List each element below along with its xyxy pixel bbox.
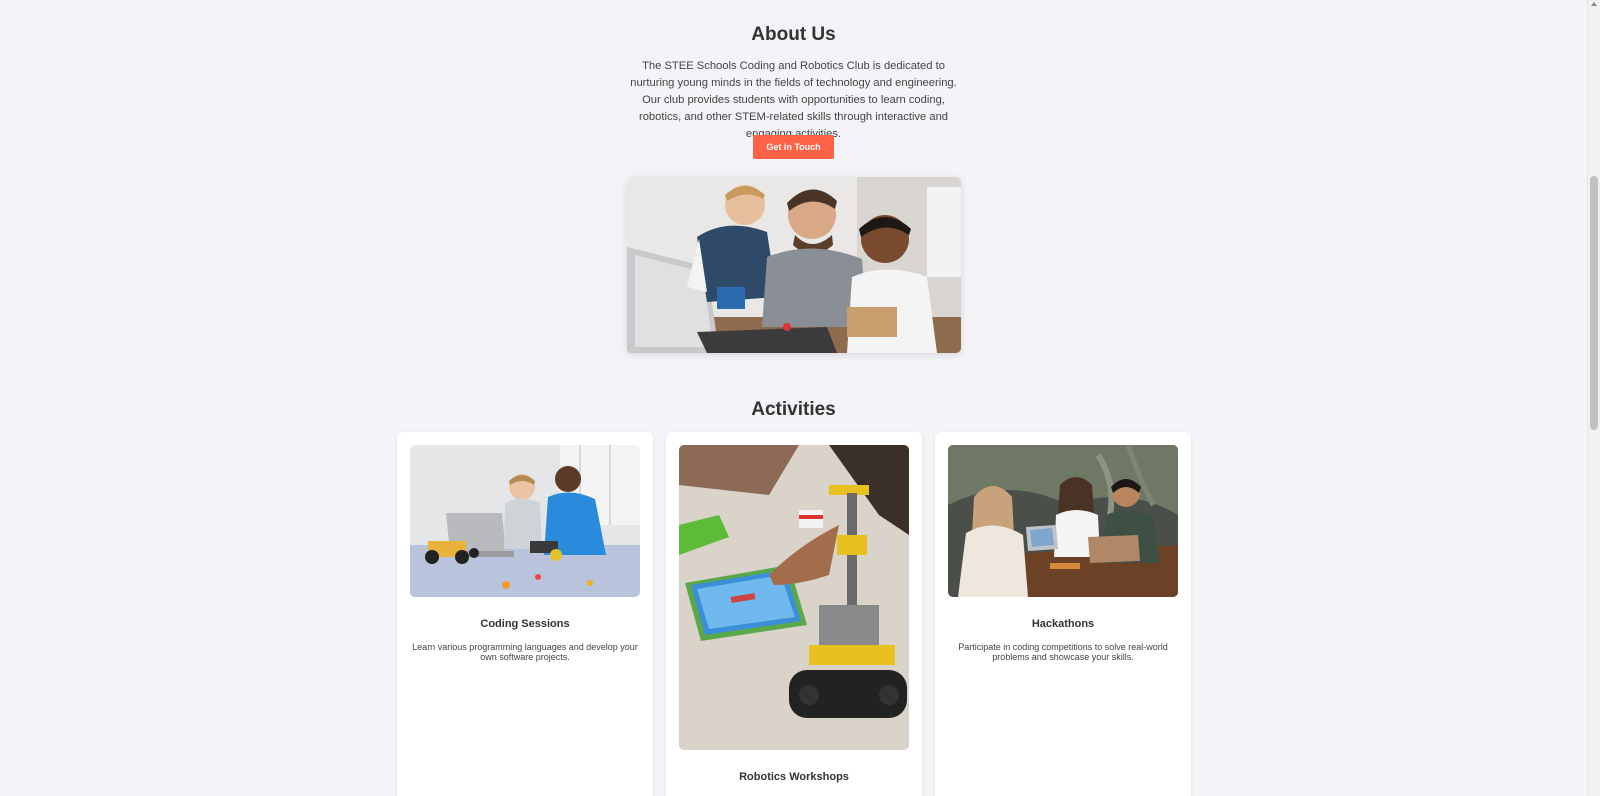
about-description: The STEE Schools Coding and Robotics Clu… [630, 60, 957, 140]
page: About Us The STEE Schools Coding and Rob… [0, 0, 1587, 796]
activity-card-hackathons[interactable]: Hackathons Participate in coding competi… [935, 432, 1191, 796]
activity-card-coding[interactable]: Coding Sessions Learn various programmin… [397, 432, 653, 796]
about-title: About Us [751, 24, 836, 45]
vertical-scrollbar[interactable] [1587, 0, 1600, 796]
robotics-workshops-photo [679, 445, 909, 750]
activity-card-robotics[interactable]: Robotics Workshops [666, 432, 922, 796]
activities-title: Activities [751, 399, 836, 420]
card-title: Hackathons [1031, 618, 1095, 630]
scroll-up-arrow-icon[interactable] [1591, 2, 1597, 6]
card-description: Learn various programming languages and … [412, 642, 638, 662]
hackathons-photo [948, 445, 1178, 597]
get-in-touch-button[interactable]: Get in Touch [753, 135, 834, 159]
scrollbar-thumb[interactable] [1590, 176, 1598, 430]
coding-sessions-photo [410, 445, 640, 597]
about-photo [627, 177, 961, 353]
card-description: Participate in coding competitions to so… [958, 642, 1168, 662]
card-title: Coding Sessions [480, 618, 570, 630]
card-title: Robotics Workshops [739, 771, 849, 783]
